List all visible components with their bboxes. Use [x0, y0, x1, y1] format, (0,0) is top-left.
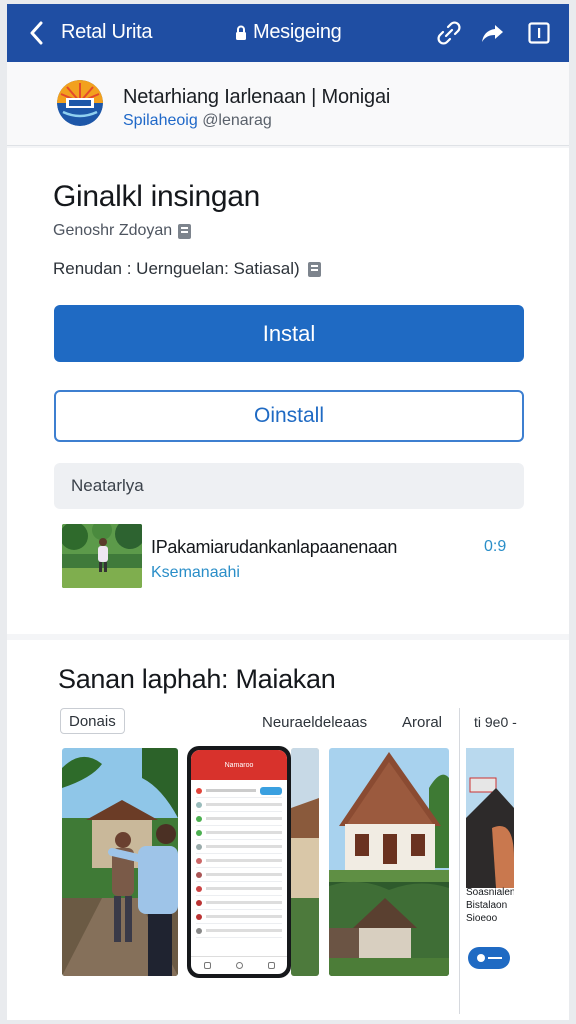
- app-title: Ginalkl insingan: [53, 180, 260, 213]
- update-list-item[interactable]: IPakamiarudankanlapaanenaan Ksemanaahi 0…: [62, 524, 532, 592]
- screenshots-title: Sanan laphah: Maiakan: [58, 664, 336, 694]
- menu-icon: [528, 22, 550, 44]
- share-button[interactable]: [477, 17, 509, 49]
- phone-row: [196, 924, 282, 938]
- phone-row: [196, 896, 282, 910]
- search-input[interactable]: [54, 463, 524, 509]
- link-button[interactable]: [433, 17, 465, 49]
- back-icon: [30, 21, 43, 45]
- topbar-center-label: Mesigeing: [253, 21, 342, 43]
- screenshot-partial[interactable]: Soasnialen Bistalaon Sioeoo: [466, 748, 514, 976]
- phone-row: [196, 868, 282, 882]
- circle-icon: [235, 962, 243, 969]
- app-frame: Retal Urita Mesigeing Netarhiang Iarlena…: [7, 4, 569, 1020]
- play-icon: [476, 954, 485, 962]
- install-button[interactable]: Instal: [54, 305, 524, 362]
- play-button[interactable]: [468, 947, 510, 969]
- menu-button[interactable]: [523, 17, 555, 49]
- update-subtitle: Ksemanaahi: [151, 564, 240, 581]
- screenshot-caption: Soasnialen Bistalaon Sioeoo: [466, 887, 514, 924]
- phone-row: [196, 882, 282, 896]
- publisher-subline: Spilaheoig @lenarag: [123, 112, 272, 130]
- lock-icon: [236, 25, 246, 40]
- phone-list: [191, 780, 287, 942]
- phone-row: [196, 798, 282, 812]
- square-icon: [267, 962, 275, 969]
- phone-row: [196, 784, 282, 798]
- phone-row: [196, 826, 282, 840]
- divider: [459, 708, 460, 1014]
- back-button[interactable]: [21, 17, 53, 49]
- phone-row: [196, 910, 282, 924]
- topbar-title: Retal Urita: [61, 21, 153, 43]
- app-detail-card: Ginalkl insingan Genoshr Zdoyan Renudan …: [7, 148, 569, 634]
- phone-screen: Namaroo: [191, 750, 287, 974]
- document-icon: [307, 261, 321, 277]
- app-details-line: Renudan : Uernguelan: Satiasal): [53, 259, 321, 279]
- uninstall-button[interactable]: Oinstall: [54, 390, 524, 442]
- phone-header: Namaroo: [191, 750, 287, 780]
- screenshot-phone-mockup[interactable]: Namaroo: [187, 746, 291, 978]
- phone-row: [196, 812, 282, 826]
- link-icon: [437, 21, 461, 45]
- phone-row: [196, 840, 282, 854]
- publisher-title: Netarhiang Iarlenaan | Monigai: [123, 86, 391, 108]
- publisher-logo: [57, 80, 103, 126]
- filter-link-a[interactable]: Neuraeldeleaas: [262, 714, 367, 731]
- phone-nav: [191, 956, 287, 974]
- share-icon: [482, 25, 503, 42]
- screenshot-strip: [291, 748, 319, 976]
- publisher-handle: @lenarag: [202, 112, 272, 129]
- phone-row: [196, 854, 282, 868]
- screenshot-thumbnail[interactable]: [62, 748, 178, 976]
- update-title: IPakamiarudankanlapaanenaan: [151, 537, 398, 557]
- screenshot-house[interactable]: [329, 748, 449, 976]
- filter-link-c[interactable]: ti 9e0 -: [474, 714, 517, 730]
- app-details-text: Renudan : Uernguelan: Satiasal): [53, 259, 300, 278]
- top-navigation-bar: Retal Urita Mesigeing: [7, 4, 569, 62]
- screenshots-section: Sanan laphah: Maiakan Donais Neuraeldele…: [7, 640, 569, 1020]
- update-thumbnail: [62, 524, 142, 588]
- publisher-header: Netarhiang Iarlenaan | Monigai Spilaheoi…: [7, 62, 569, 146]
- filter-link-b[interactable]: Aroral: [402, 714, 442, 731]
- filter-chip[interactable]: Donais: [60, 708, 125, 734]
- app-meta-line: Genoshr Zdoyan: [53, 222, 192, 240]
- document-icon: [178, 223, 192, 239]
- app-meta-text: Genoshr Zdoyan: [53, 222, 173, 239]
- publisher-link[interactable]: Spilaheoig: [123, 112, 198, 129]
- topbar-center: Mesigeing: [235, 21, 342, 44]
- home-icon: [203, 962, 211, 969]
- update-count: 0:9: [484, 538, 507, 555]
